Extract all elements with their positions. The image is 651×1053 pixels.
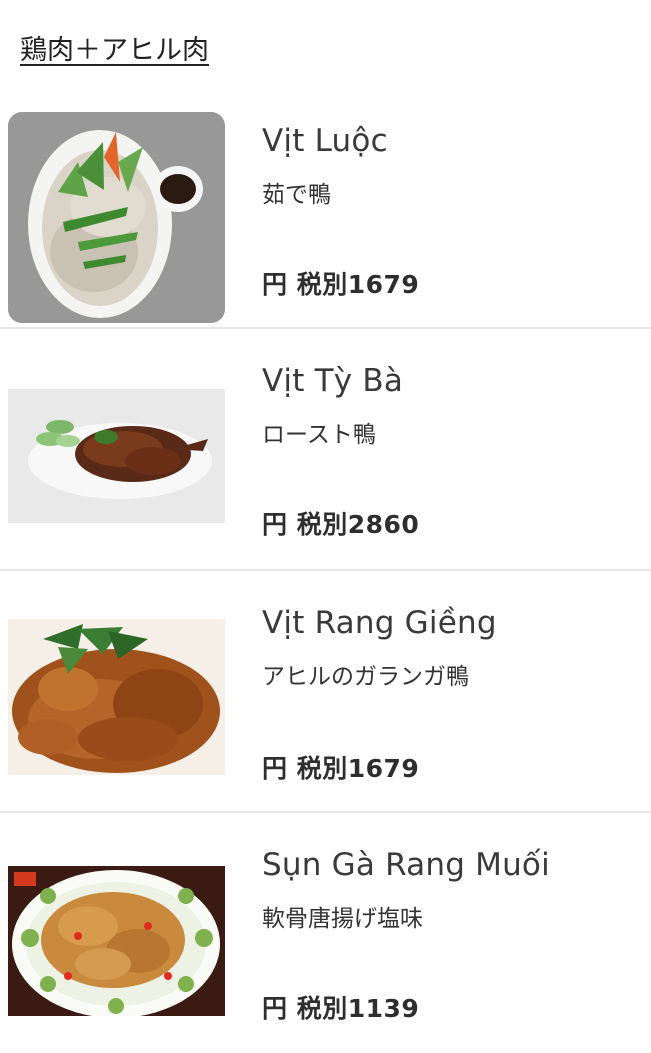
item-subname: ロースト鴨 [262,422,376,448]
item-subname: 軟骨唐揚げ塩味 [262,906,423,932]
menu-item-vit-luoc[interactable]: Vịt Luộc 茹で鴨 円 税別1679 [0,95,651,335]
galangal-duck-photo[interactable] [8,619,225,775]
menu-item-sun-ga-rang-muoi[interactable]: Sụn Gà Rang Muối 軟骨唐揚げ塩味 円 税別1139 [0,813,651,1053]
item-subname: 茹で鴨 [262,182,331,208]
item-name: Vịt Tỳ Bà [262,363,404,399]
item-name: Sụn Gà Rang Muối [262,847,550,883]
section-title: 鶏肉＋アヒル肉 [20,35,209,66]
salted-cartilage-photo[interactable] [8,866,225,1016]
item-name: Vịt Luộc [262,123,388,159]
item-subname: アヒルのガランガ鴨 [262,664,469,690]
item-name: Vịt Rang Giềng [262,605,497,641]
item-price: 円 税別2860 [262,510,420,539]
roast-duck-photo[interactable] [8,389,225,523]
menu-item-vit-rang-gieng[interactable]: Vịt Rang Giềng アヒルのガランガ鴨 円 税別1679 [0,571,651,811]
item-price: 円 税別1679 [262,270,420,299]
item-price: 円 税別1139 [262,994,420,1023]
item-price: 円 税別1679 [262,754,420,783]
menu-item-vit-ty-ba[interactable]: Vịt Tỳ Bà ロースト鴨 円 税別2860 [0,329,651,569]
boiled-duck-photo[interactable] [8,112,225,323]
